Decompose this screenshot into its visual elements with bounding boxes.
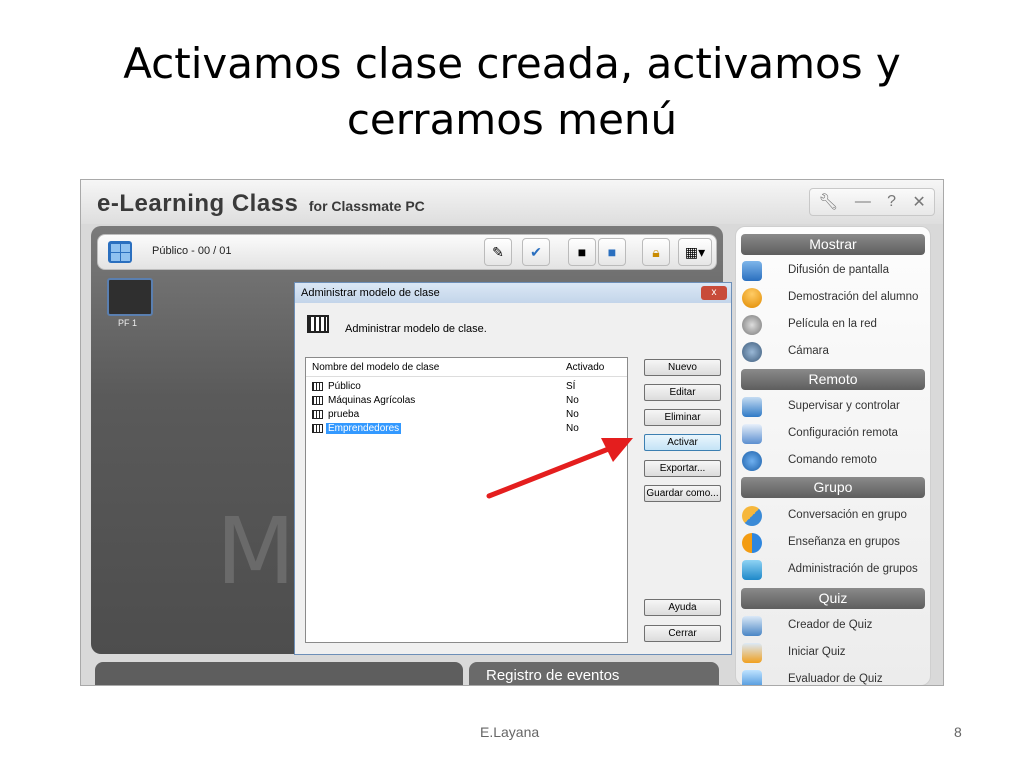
app-window: e-Learning Class for Classmate PC 🔧︎ — ?… xyxy=(80,179,944,686)
slide-title-line-2: cerramos menú xyxy=(346,95,678,144)
slide-title: Activamos clase creada, activamos y cerr… xyxy=(40,36,984,148)
footer-author: E.Layana xyxy=(480,724,540,740)
slide-title-line-1: Activamos clase creada, activamos y xyxy=(123,39,901,88)
page-number: 8 xyxy=(954,724,962,740)
annotation-arrow xyxy=(486,438,633,499)
